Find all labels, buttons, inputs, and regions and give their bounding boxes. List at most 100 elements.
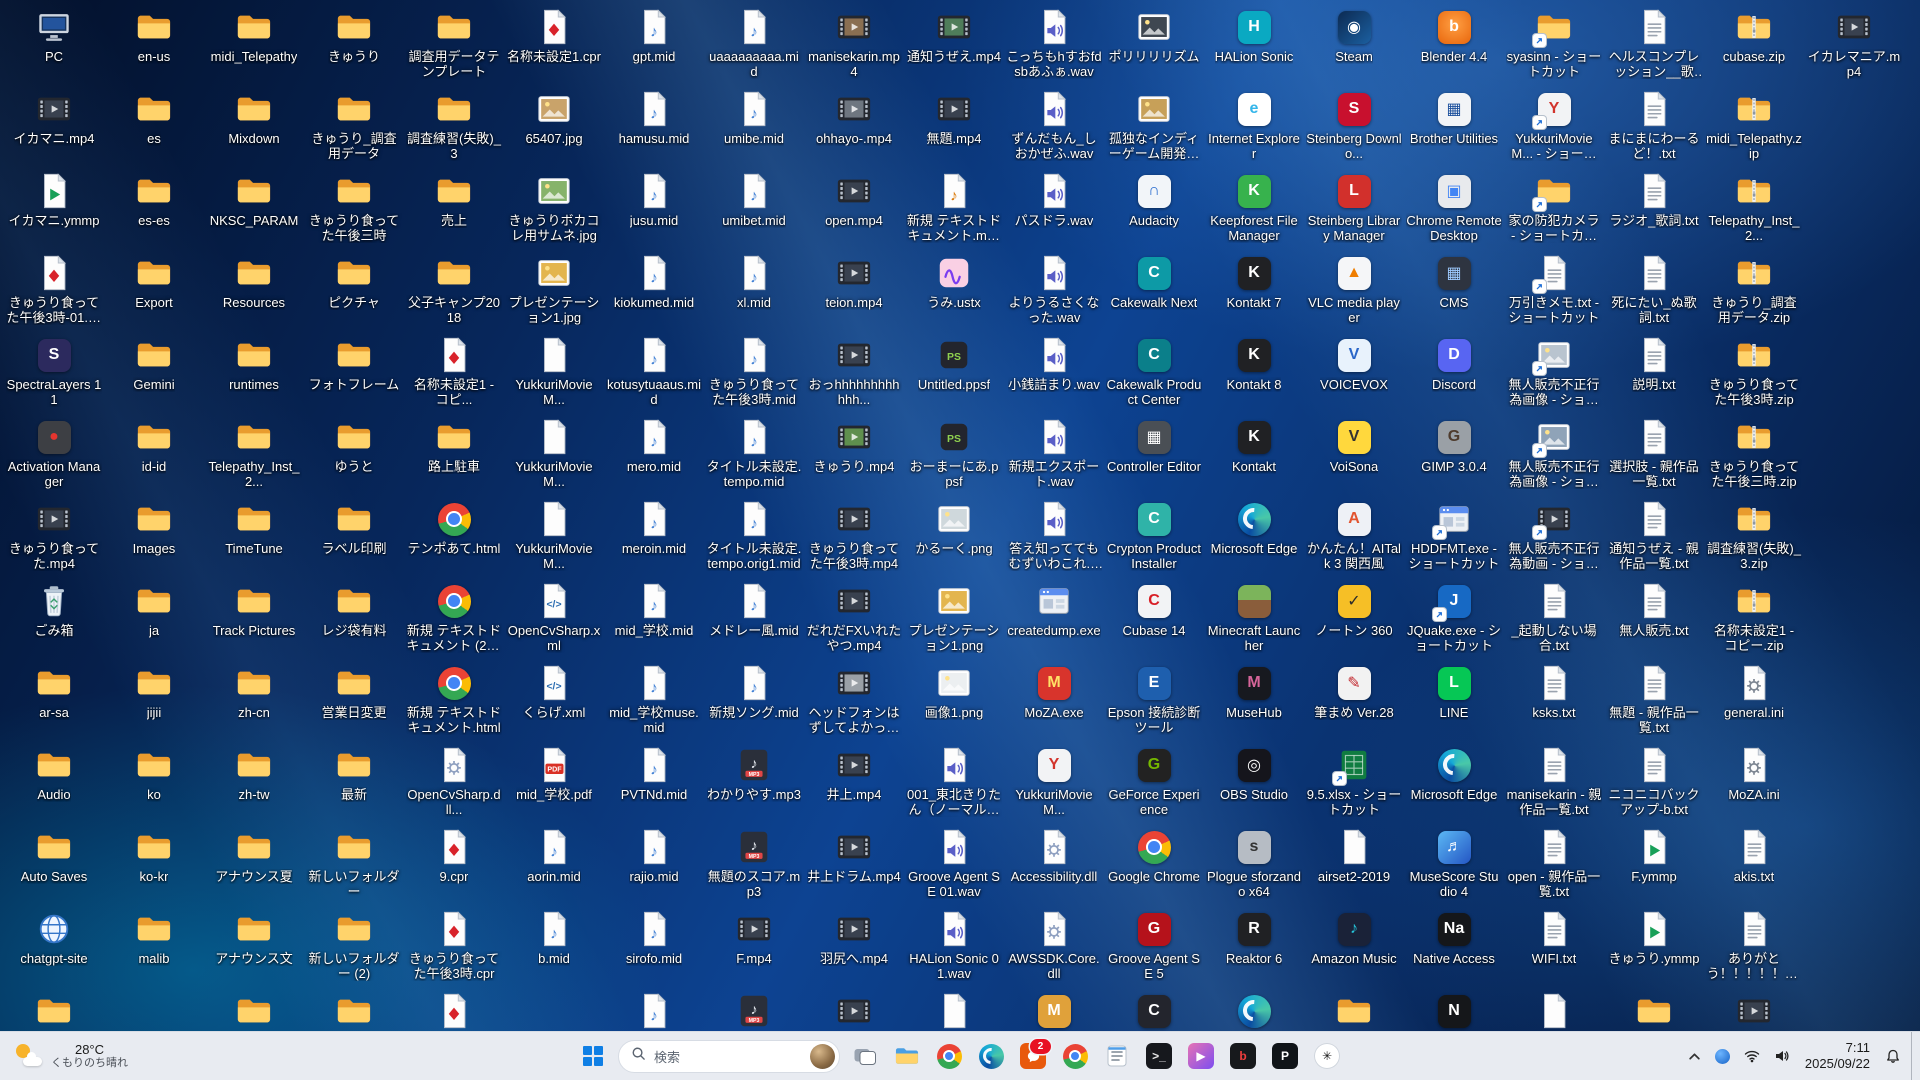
desktop-icon[interactable]: PC [4,4,104,86]
desktop-icon[interactable]: ♪ mero.mid [604,414,704,496]
desktop-icon[interactable]: Y YukkuriMovieM... [1004,742,1104,824]
desktop-icon[interactable]: PS おーまーにあ.ppsf [904,414,1004,496]
desktop-icon[interactable]: イカマニ.ymmp [4,168,104,250]
desktop-icon[interactable]: 無人販売不正行為画像 - ショートカッ... [1504,332,1604,414]
desktop-icon[interactable]: ▦ CMS [1404,250,1504,332]
desktop-icon[interactable]: YukkuriMovieM... [504,496,604,578]
desktop-icon[interactable]: きゅうり食ってた午後3時.zip [1704,332,1804,414]
desktop-icon[interactable]: A かんたん！AITalk 3 関西風 [1304,496,1404,578]
desktop-icon[interactable]: open - 親作品一覧.txt [1504,824,1604,906]
desktop-icon[interactable]: ✓ ノートン 360 [1304,578,1404,660]
desktop-icon[interactable]: ♪ タイトル未設定.tempo.mid [704,414,804,496]
desktop-icon[interactable]: 父子キャンプ2018 [404,250,504,332]
desktop-icon[interactable]: きゅうりボカコレ用サムネ.jpg [504,168,604,250]
desktop-icon[interactable]: きゅうり [304,4,404,86]
wifi-icon[interactable] [1737,1036,1767,1076]
desktop-icon[interactable]: ♪ gpt.mid [604,4,704,86]
desktop-icon[interactable]: 新規 テキストドキュメント.html [404,660,504,742]
desktop-icon[interactable]: ♪ MP3 無題のスコア.mp3 [704,824,804,906]
desktop-icon[interactable]: 65407.jpg [504,86,604,168]
desktop-icon[interactable]: K Kontakt 8 [1204,332,1304,414]
desktop-icon[interactable]: Na Native Access [1404,906,1504,988]
desktop-icon[interactable]: ニコニコバックアップ-b.txt [1604,742,1704,824]
desktop-icon[interactable]: Mixdown [204,86,304,168]
desktop-icon[interactable]: Accessibility.dll [1004,824,1104,906]
desktop-icon[interactable]: OpenCvSharp.dll... [404,742,504,824]
desktop-icon[interactable]: MoZA.ini [1704,742,1804,824]
desktop-icon[interactable]: 売上 [404,168,504,250]
desktop-icon[interactable]: 無人販売不正行為画像 - ショートカット [1504,414,1604,496]
desktop-icon[interactable]: ♪ umibet.mid [704,168,804,250]
desktop-icon[interactable]: ♪ MP3 [704,988,804,1032]
desktop-icon[interactable]: 無題 - 親作品一覧.txt [1604,660,1704,742]
desktop-icon[interactable]: 新規 テキストドキュメント (2).html [404,578,504,660]
desktop-icon[interactable]: だれだFXいれたやつ.mp4 [804,578,904,660]
desktop-icon[interactable]: 9.5.xlsx - ショートカット [1304,742,1404,824]
desktop-icon[interactable]: プレゼンテーション1.jpg [504,250,604,332]
desktop-icon[interactable] [404,988,504,1032]
chrome-icon[interactable] [1055,1036,1095,1076]
desktop-icon[interactable] [204,988,304,1032]
desktop-icon[interactable]: J JQuake.exe - ショートカット [1404,578,1504,660]
notepad-icon[interactable] [1097,1036,1137,1076]
desktop-icon[interactable]: G GIMP 3.0.4 [1404,414,1504,496]
desktop-icon[interactable] [1604,988,1704,1032]
desktop-icon[interactable]: es [104,86,204,168]
desktop-icon[interactable]: ♪ Amazon Music [1304,906,1404,988]
desktop-icon[interactable]: C Cakewalk Next [1104,250,1204,332]
desktop-icon[interactable]: おっhhhhhhhhhhhh... [804,332,904,414]
desktop-icon[interactable]: ♪ 新規ソング.mid [704,660,804,742]
desktop-icon[interactable]: ▣ Chrome Remote Desktop [1404,168,1504,250]
desktop-icon[interactable]: ▲ VLC media player [1304,250,1404,332]
desktop-icon[interactable]: Track Pictures [204,578,304,660]
desktop-icon[interactable]: テンポあて.html [404,496,504,578]
desktop-icon[interactable]: ゆうと [304,414,404,496]
desktop-icon[interactable]: M MuseHub [1204,660,1304,742]
desktop-icon[interactable]: こっちもhすおfdsbあふぁ.wav [1004,4,1104,86]
desktop-icon[interactable]: イカマニ.mp4 [4,86,104,168]
desktop-icon[interactable]: 001_東北きりたん（ノーマル）_今じゃ... [904,742,1004,824]
desktop-icon[interactable]: Audio [4,742,104,824]
start-button[interactable] [573,1036,613,1076]
desktop-icon[interactable]: HDDFMT.exe - ショートカット [1404,496,1504,578]
desktop-icon[interactable]: _起動しない場合.txt [1504,578,1604,660]
parsec-icon[interactable]: P [1265,1036,1305,1076]
desktop-icon[interactable]: G GeForce Experience [1104,742,1204,824]
desktop-icon[interactable]: ∩ Audacity [1104,168,1204,250]
desktop-icon[interactable]: Gemini [104,332,204,414]
desktop-icon[interactable]: R Reaktor 6 [1204,906,1304,988]
desktop-icon[interactable]: manisekarin.mp4 [804,4,904,86]
desktop-icon[interactable]: M MoZA.exe [1004,660,1104,742]
desktop-icon[interactable]: ♪ 新規 テキストドキュメント.musicxml [904,168,1004,250]
desktop-icon[interactable]: ko-kr [104,824,204,906]
desktop-icon[interactable]: 9.cpr [404,824,504,906]
desktop-icon[interactable]: きゅうり.ymmp [1604,906,1704,988]
desktop-icon[interactable]: ▦ Controller Editor [1104,414,1204,496]
desktop-icon[interactable]: YukkuriMovieM... [504,414,604,496]
desktop-icon[interactable]: M [1004,988,1104,1032]
desktop-icon[interactable]: Microsoft Edge [1204,496,1304,578]
desktop-icon[interactable]: ♪ mid_学校.mid [604,578,704,660]
desktop-icon[interactable]: C [1104,988,1204,1032]
desktop-icon[interactable]: ♪ PVTNd.mid [604,742,704,824]
desktop-icon[interactable]: Telepathy_Inst_2... [1704,168,1804,250]
desktop-icon[interactable]: akis.txt [1704,824,1804,906]
desktop-icon[interactable]: ヘルスコンプレッション__歌詞.txt [1604,4,1704,86]
desktop-icon[interactable]: midi_Telepathy.zip [1704,86,1804,168]
desktop-icon[interactable]: </> OpenCvSharp.xml [504,578,604,660]
desktop-icon[interactable]: ♪ hamusu.mid [604,86,704,168]
desktop-icon[interactable]: ● Activation Manager [4,414,104,496]
desktop-icon[interactable]: 新しいフォルダー [304,824,404,906]
desktop-icon[interactable]: Telepathy_Inst_2... [204,414,304,496]
volume-icon[interactable] [1767,1036,1797,1076]
desktop-icon[interactable]: 家の防犯カメラ - ショートカット [1504,168,1604,250]
desktop-icon[interactable]: L Steinberg Library Manager [1304,168,1404,250]
desktop-icon[interactable]: ♪ mid_学校muse.mid [604,660,704,742]
desktop-icon[interactable]: airset2-2019 [1304,824,1404,906]
desktop-icon[interactable]: きゅうり_調査用データ [304,86,404,168]
weather-widget[interactable]: 28°C くもりのち晴れ [4,1036,138,1076]
desktop-icon[interactable]: レジ袋有料 [304,578,404,660]
desktop-icon[interactable]: 新しいフォルダー (2) [304,906,404,988]
desktop-icon[interactable]: s Plogue sforzando x64 [1204,824,1304,906]
desktop-icon[interactable]: C Cubase 14 [1104,578,1204,660]
